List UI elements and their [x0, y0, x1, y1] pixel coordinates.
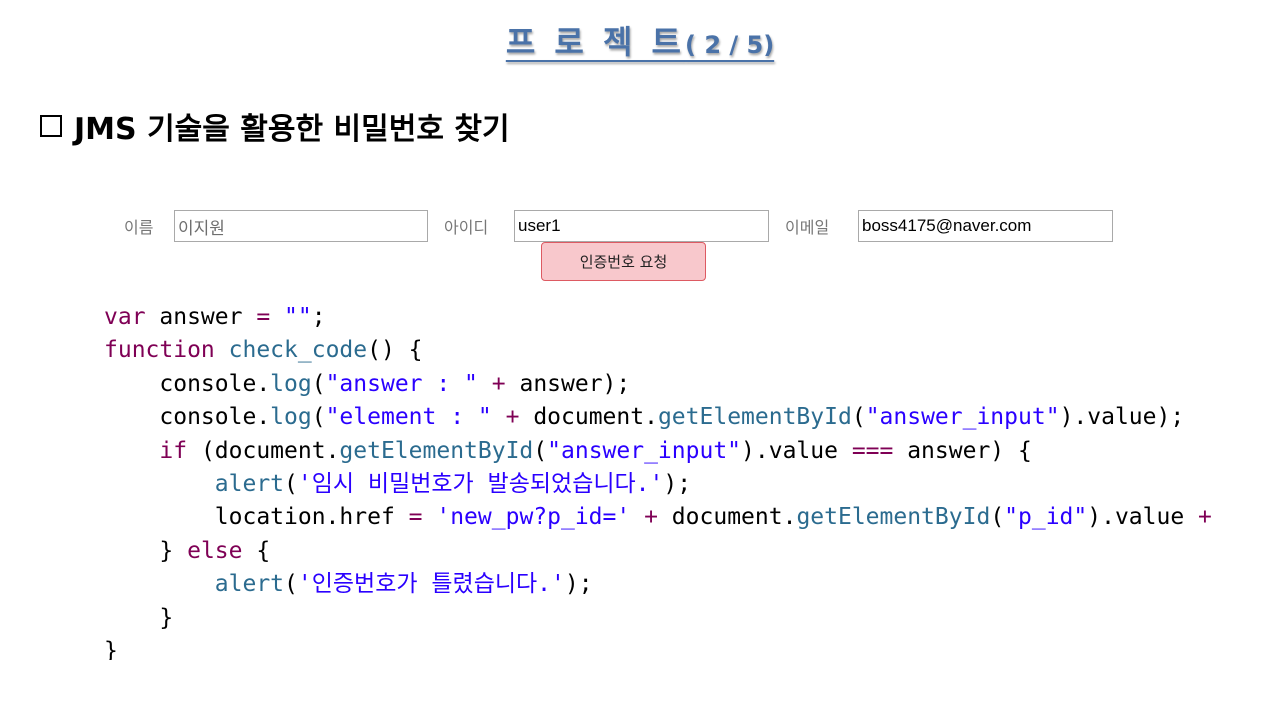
code-token: else [187, 538, 243, 564]
code-line: console.log("answer : " + answer); [104, 367, 630, 401]
code-line: function check_code() { [104, 333, 423, 367]
slide-title: 프 로 젝 트( 2 / 5) [0, 26, 1280, 58]
code-token: answer [145, 304, 257, 330]
code-token: getElementById [796, 504, 991, 530]
code-token: getElementById [339, 438, 534, 464]
code-line: } [104, 634, 118, 660]
code-token: + [1198, 504, 1212, 530]
code-token: '인증번호가 틀렸습니다.' [297, 571, 565, 597]
code-token: getElementById [657, 404, 852, 430]
code-token: ( [311, 371, 326, 397]
code-token: log [270, 404, 312, 430]
code-token: } [104, 638, 118, 660]
code-token: } [104, 538, 188, 564]
id-input-value: user1 [518, 216, 561, 235]
email-label: 이메일 [785, 218, 830, 237]
code-token: = [408, 504, 423, 530]
code-token: answer); [505, 371, 631, 397]
code-token: 'new_pw?p_id=' [436, 504, 631, 530]
code-line: if (document.getElementById("answer_inpu… [104, 434, 1032, 468]
name-input-placeholder: 이지원 [178, 218, 225, 238]
code-token: function [104, 337, 215, 363]
code-token: "answer_input" [547, 438, 742, 464]
code-token: if [159, 438, 188, 464]
code-token: ).value [741, 438, 852, 464]
code-token: "answer_input" [865, 404, 1060, 430]
code-token: ).value); [1059, 404, 1185, 430]
code-token: ( [990, 504, 1005, 530]
section-heading-text: JMS 기술을 활용한 비밀번호 찾기 [74, 112, 510, 147]
code-token: var [104, 304, 146, 330]
code-token: alert [214, 571, 285, 597]
code-token: + [491, 371, 506, 397]
name-input[interactable]: 이지원 [174, 210, 428, 242]
code-token: "answer : " [325, 371, 478, 397]
code-token: === [851, 438, 894, 464]
code-token: console. [104, 404, 271, 430]
email-input-value: boss4175@naver.com [862, 216, 1032, 235]
code-line: } else { [104, 534, 270, 568]
code-token: console. [104, 371, 271, 397]
code-token: + [644, 504, 658, 530]
code-token: ); [564, 571, 593, 597]
code-token: ( [533, 438, 548, 464]
code-line: alert('임시 비밀번호가 발송되었습니다.'); [104, 467, 691, 501]
code-token: ; [311, 304, 326, 330]
code-token: location.href [104, 504, 409, 530]
code-token: check_code [228, 337, 368, 363]
code-token: alert [214, 471, 285, 497]
code-token: = [256, 304, 271, 330]
email-label-row: 이메일 [785, 210, 829, 242]
name-label: 이름 [124, 218, 154, 237]
code-snippet: var answer = ""; function check_code() { … [104, 300, 1280, 660]
code-line: alert('인증번호가 틀렸습니다.'); [104, 567, 593, 601]
code-token: (document. [187, 438, 340, 464]
id-label: 아이디 [444, 218, 489, 237]
code-token: answer) { [893, 438, 1032, 464]
code-token: log [270, 371, 312, 397]
code-token: () { [367, 337, 423, 363]
request-code-button[interactable]: 인증번호 요청 [541, 242, 706, 281]
code-token: document. [657, 504, 797, 530]
section-heading: JMS 기술을 활용한 비밀번호 찾기 [40, 104, 510, 148]
checkbox-bullet-icon [40, 115, 62, 137]
code-token: "" [284, 304, 312, 330]
code-token: ( [284, 471, 298, 497]
code-token: document. [519, 404, 658, 430]
id-label-row: 아이디 [444, 210, 488, 242]
code-token: "element : " [325, 404, 492, 430]
email-input[interactable]: boss4175@naver.com [858, 210, 1113, 242]
code-token: ( [311, 404, 326, 430]
code-token: ( [284, 571, 298, 597]
code-token: "p_id" [1004, 504, 1088, 530]
code-token: + [505, 404, 520, 430]
code-line: } [104, 601, 173, 635]
page-indicator: ( 2 / 5) [685, 31, 775, 59]
slide-title-text: 프 로 젝 트 [505, 23, 685, 61]
code-token: '임시 비밀번호가 발송되었습니다.' [297, 471, 664, 497]
id-input[interactable]: user1 [514, 210, 769, 242]
code-token: ( [851, 404, 866, 430]
code-line: var answer = ""; [104, 300, 326, 334]
code-line: location.href = 'new_pw?p_id=' + documen… [104, 500, 1212, 534]
code-token: } [104, 605, 174, 631]
code-token: { [242, 538, 271, 564]
code-line: console.log("element : " + document.getE… [104, 400, 1184, 434]
name-label-row: 이름 [124, 210, 153, 242]
code-token: ); [663, 471, 692, 497]
code-token: ).value [1087, 504, 1199, 530]
